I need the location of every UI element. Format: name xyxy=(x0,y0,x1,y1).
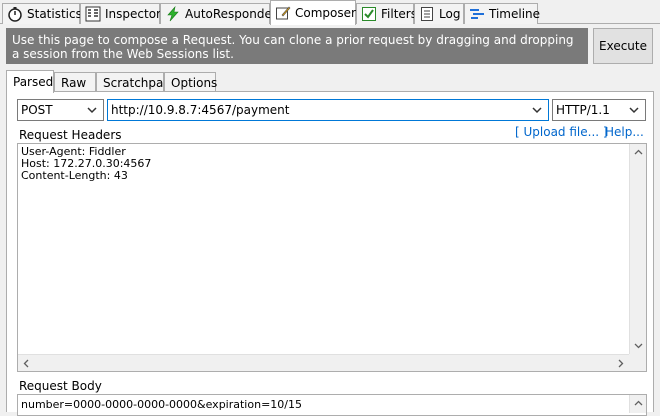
subtab-raw[interactable]: Raw xyxy=(54,72,96,92)
method-select[interactable]: POST xyxy=(17,99,104,121)
log-icon xyxy=(419,6,435,22)
upload-file-link[interactable]: [ Upload file... ] xyxy=(515,125,608,139)
tab-filters[interactable]: Filters xyxy=(356,3,417,24)
http-version-value: HTTP/1.1 xyxy=(556,103,610,117)
headers-horizontal-scrollbar[interactable] xyxy=(18,354,629,371)
request-headers-label: Request Headers xyxy=(19,128,122,142)
help-link[interactable]: Help... xyxy=(605,125,644,139)
tab-autoresponder[interactable]: AutoResponder xyxy=(160,3,277,24)
timeline-icon xyxy=(469,6,485,22)
url-input[interactable]: http://10.9.8.7:4567/payment xyxy=(107,99,549,121)
url-value: http://10.9.8.7:4567/payment xyxy=(111,103,290,117)
method-value: POST xyxy=(21,103,53,117)
body-vertical-scrollbar[interactable] xyxy=(629,395,646,413)
tab-label: Filters xyxy=(381,7,417,21)
request-body-editor[interactable]: number=0000-0000-0000-0000&expiration=10… xyxy=(17,394,647,416)
execute-button[interactable]: Execute xyxy=(593,28,653,64)
chevron-down-icon xyxy=(87,107,97,114)
lightning-icon xyxy=(165,6,181,22)
subtab-scratchpad[interactable]: Scratchpad xyxy=(96,72,171,92)
scroll-left-icon[interactable] xyxy=(18,355,35,372)
scrollbar-corner xyxy=(629,354,646,371)
parsed-panel: POST http://10.9.8.7:4567/payment HTTP/1… xyxy=(6,91,654,416)
composer-subtabs: Parsed Raw Scratchpad Options xyxy=(6,70,654,93)
request-body-text: number=0000-0000-0000-0000&expiration=10… xyxy=(21,398,302,411)
scroll-down-icon[interactable] xyxy=(630,337,647,354)
request-body-label: Request Body xyxy=(19,379,102,393)
chevron-down-icon xyxy=(629,107,639,114)
compose-icon xyxy=(275,5,291,21)
tab-timeline[interactable]: Timeline xyxy=(464,3,541,24)
tab-label: Log xyxy=(439,7,461,21)
checkbox-icon xyxy=(361,6,377,22)
subtab-options[interactable]: Options xyxy=(164,72,217,92)
subtab-parsed[interactable]: Parsed xyxy=(6,70,54,93)
http-version-select[interactable]: HTTP/1.1 xyxy=(552,99,646,121)
tab-statistics[interactable]: Statistics xyxy=(2,3,82,24)
tab-label: Timeline xyxy=(489,7,541,21)
tab-label: Inspectors xyxy=(105,7,168,21)
tab-inspectors[interactable]: Inspectors xyxy=(80,3,167,24)
header-line: Content-Length: 43 xyxy=(21,169,128,182)
tab-label: Statistics xyxy=(27,7,82,21)
tab-label: Composer xyxy=(295,6,356,20)
composer-instructions-banner: Use this page to compose a Request. You … xyxy=(6,28,588,64)
scroll-up-icon[interactable] xyxy=(630,395,647,412)
top-tab-bar: Statistics Inspectors AutoResponder Comp… xyxy=(0,0,660,25)
stopwatch-icon xyxy=(7,6,23,22)
tab-composer[interactable]: Composer xyxy=(270,0,356,25)
request-headers-editor[interactable]: User-Agent: Fiddler Host: 172.27.0.30:45… xyxy=(17,143,647,372)
scroll-up-icon[interactable] xyxy=(630,144,647,161)
chevron-down-icon[interactable] xyxy=(530,103,544,117)
inspectors-icon xyxy=(85,6,101,22)
scroll-right-icon[interactable] xyxy=(612,355,629,372)
headers-vertical-scrollbar[interactable] xyxy=(629,144,646,354)
tab-label: AutoResponder xyxy=(185,7,277,21)
tab-log[interactable]: Log xyxy=(414,3,464,24)
